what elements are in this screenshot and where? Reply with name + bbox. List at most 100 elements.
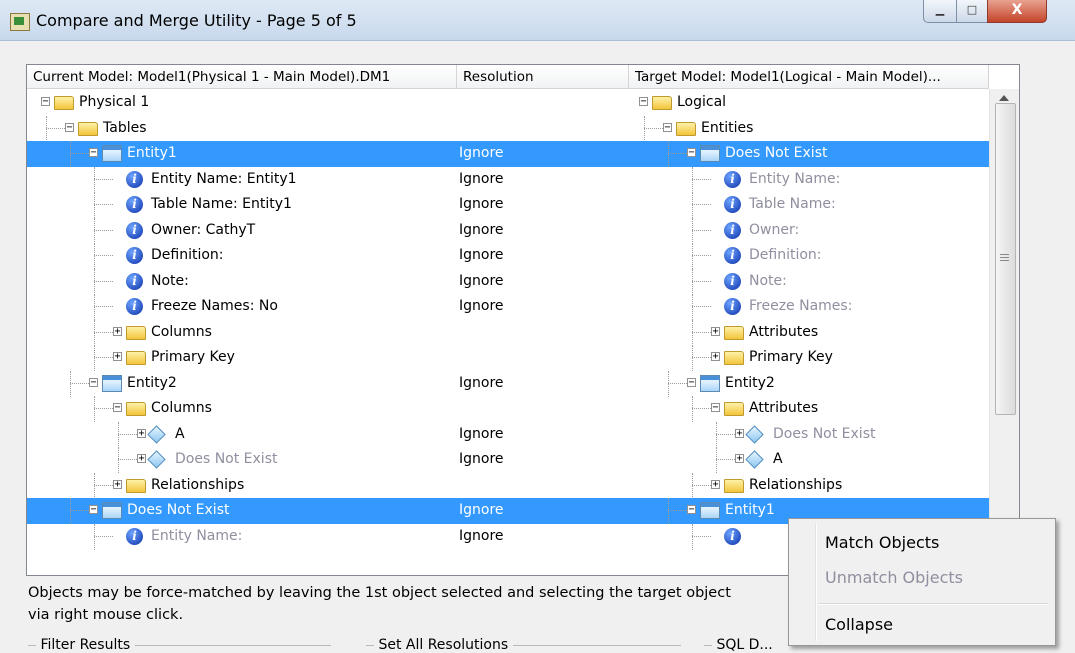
target-object-label[interactable]: Relationships	[749, 473, 842, 499]
current-object-label[interactable]: Entity2	[127, 371, 177, 397]
current-object-label[interactable]: Physical 1	[79, 90, 149, 116]
resolution-cell[interactable]: Ignore	[459, 192, 504, 218]
tree-connector	[692, 294, 693, 320]
scroll-up-arrow-icon[interactable]	[999, 95, 1009, 101]
tree-row[interactable]: i Owner: CathyT Ignore i Owner:	[27, 217, 989, 244]
current-object-label[interactable]: Table Name: Entity1	[151, 192, 292, 218]
resolution-cell[interactable]: Ignore	[459, 524, 504, 550]
target-object-label[interactable]: Attributes	[749, 396, 818, 422]
resolution-cell[interactable]: Ignore	[459, 498, 504, 524]
target-object-label[interactable]: Definition:	[749, 243, 822, 269]
tree-row[interactable]: − Entity2 Ignore − Entity2	[27, 370, 989, 397]
tree-row[interactable]: + Does Not Exist Ignore + A	[27, 447, 989, 473]
expand-icon[interactable]: +	[137, 428, 146, 438]
tree-row[interactable]: − Columns − Attributes	[27, 396, 989, 422]
expand-icon[interactable]: +	[711, 352, 720, 362]
tree-row[interactable]: i Entity Name: Entity1 Ignore i Entity Name:	[27, 166, 989, 193]
current-object-label[interactable]: A	[175, 422, 185, 448]
vertical-scrollbar[interactable]	[989, 89, 1019, 575]
resolution-cell[interactable]: Ignore	[459, 269, 504, 295]
current-object-label[interactable]: Tables	[103, 116, 147, 142]
current-object-label[interactable]: Entity Name:	[151, 524, 242, 550]
filter-results-group: Filter Results	[28, 637, 331, 653]
collapse-icon[interactable]: −	[89, 377, 98, 387]
current-object-label[interactable]: Columns	[151, 320, 212, 346]
resolution-cell[interactable]: Ignore	[459, 243, 504, 269]
tree-row[interactable]: + Primary Key + Primary Key	[27, 345, 989, 371]
expand-icon[interactable]: +	[735, 454, 744, 464]
resolution-cell[interactable]: Ignore	[459, 294, 504, 320]
target-object-label[interactable]: Entity2	[725, 371, 775, 397]
resolution-cell[interactable]: Ignore	[459, 422, 504, 448]
resolution-cell[interactable]: Ignore	[459, 218, 504, 244]
target-object-label[interactable]: Primary Key	[749, 345, 833, 371]
tree-row[interactable]: − Tables − Entities	[27, 115, 989, 142]
tree-row[interactable]: + Relationships + Relationships	[27, 472, 989, 499]
collapse-icon[interactable]: −	[41, 97, 50, 107]
current-object-label[interactable]: Relationships	[151, 473, 244, 499]
resolution-cell[interactable]: Ignore	[459, 371, 504, 397]
close-button[interactable]: X	[987, 0, 1047, 23]
resolution-cell[interactable]: Ignore	[459, 447, 504, 473]
collapse-icon[interactable]: −	[65, 122, 74, 132]
collapse-icon[interactable]: −	[113, 403, 122, 413]
current-object-label[interactable]: Note:	[151, 269, 189, 295]
current-object-label[interactable]: Definition:	[151, 243, 224, 269]
expand-icon[interactable]: +	[113, 326, 122, 336]
collapse-icon[interactable]: −	[89, 148, 98, 158]
column-header-resolution[interactable]: Resolution	[457, 65, 629, 89]
target-object-label[interactable]: Note:	[749, 269, 787, 295]
collapse-icon[interactable]: −	[639, 97, 648, 107]
expand-icon[interactable]: +	[711, 479, 720, 489]
menu-item-match-objects[interactable]: Match Objects	[825, 533, 939, 552]
target-object-label[interactable]: Entity1	[725, 498, 775, 524]
column-header-target-model[interactable]: Target Model: Model1(Logical - Main Mode…	[629, 65, 989, 89]
collapse-icon[interactable]: −	[711, 403, 720, 413]
target-object-label[interactable]: Entities	[701, 116, 753, 142]
target-object-label[interactable]: Freeze Names:	[749, 294, 852, 320]
target-object-label[interactable]: A	[773, 447, 783, 473]
tree-row[interactable]: i Definition: Ignore i Definition:	[27, 243, 989, 269]
expand-icon[interactable]: +	[113, 352, 122, 362]
column-header-current-model[interactable]: Current Model: Model1(Physical 1 - Main …	[27, 65, 457, 89]
maximize-button[interactable]: □	[956, 0, 988, 23]
collapse-icon[interactable]: −	[89, 505, 98, 515]
current-object-label[interactable]: Columns	[151, 396, 212, 422]
tree-row[interactable]: i Table Name: Entity1 Ignore i Table Name:	[27, 192, 989, 218]
expand-icon[interactable]: +	[113, 479, 122, 489]
current-object-label[interactable]: Owner: CathyT	[151, 218, 255, 244]
collapse-icon[interactable]: −	[687, 377, 696, 387]
expand-icon[interactable]: +	[711, 326, 720, 336]
tree-row[interactable]: + A Ignore + Does Not Exist	[27, 421, 989, 448]
target-object-label[interactable]: Logical	[677, 90, 726, 116]
menu-item-unmatch-objects[interactable]: Unmatch Objects	[825, 568, 963, 587]
tree-row[interactable]: − Entity1 Ignore − Does Not Exist	[27, 141, 989, 167]
resolution-cell[interactable]: Ignore	[459, 141, 504, 167]
minimize-button[interactable]: ▁	[923, 0, 957, 23]
tree-row[interactable]: − Physical 1 − Logical	[27, 90, 989, 116]
menu-item-collapse[interactable]: Collapse	[825, 615, 893, 634]
tree-row[interactable]: i Note: Ignore i Note:	[27, 268, 989, 295]
expand-icon[interactable]: +	[137, 454, 146, 464]
current-object-label[interactable]: Primary Key	[151, 345, 235, 371]
grip-line-icon	[1000, 254, 1009, 255]
current-object-label[interactable]: Does Not Exist	[175, 447, 277, 473]
target-object-label[interactable]: Does Not Exist	[725, 141, 827, 167]
scroll-thumb[interactable]	[995, 103, 1016, 415]
current-object-label[interactable]: Freeze Names: No	[151, 294, 278, 320]
target-object-label[interactable]: Table Name:	[749, 192, 836, 218]
current-object-label[interactable]: Entity1	[127, 141, 177, 167]
resolution-cell[interactable]: Ignore	[459, 167, 504, 193]
tree-row[interactable]: + Columns + Attributes	[27, 319, 989, 346]
current-object-label[interactable]: Does Not Exist	[127, 498, 229, 524]
expand-icon[interactable]: +	[735, 428, 744, 438]
target-object-label[interactable]: Attributes	[749, 320, 818, 346]
target-object-label[interactable]: Entity Name:	[749, 167, 840, 193]
target-object-label[interactable]: Owner:	[749, 218, 799, 244]
target-object-label[interactable]: Does Not Exist	[773, 422, 875, 448]
collapse-icon[interactable]: −	[687, 148, 696, 158]
collapse-icon[interactable]: −	[663, 122, 672, 132]
tree-row[interactable]: i Freeze Names: No Ignore i Freeze Names:	[27, 294, 989, 320]
collapse-icon[interactable]: −	[687, 505, 696, 515]
current-object-label[interactable]: Entity Name: Entity1	[151, 167, 297, 193]
